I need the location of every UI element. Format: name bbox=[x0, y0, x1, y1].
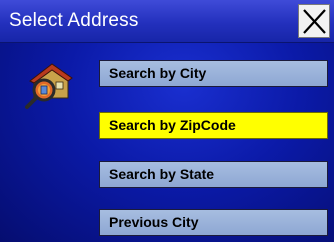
search-by-zipcode-button[interactable]: Search by ZipCode bbox=[99, 112, 328, 139]
previous-city-button[interactable]: Previous City bbox=[99, 209, 328, 236]
window-title: Select Address bbox=[9, 10, 139, 31]
search-by-state-button[interactable]: Search by State bbox=[99, 161, 328, 188]
house-search-icon bbox=[22, 58, 76, 110]
close-icon bbox=[303, 9, 326, 34]
title-bar: Select Address bbox=[0, 0, 334, 43]
search-by-city-button[interactable]: Search by City bbox=[99, 60, 328, 87]
screen: Select Address Search by City Search by … bbox=[0, 0, 334, 242]
close-button[interactable] bbox=[298, 4, 330, 38]
